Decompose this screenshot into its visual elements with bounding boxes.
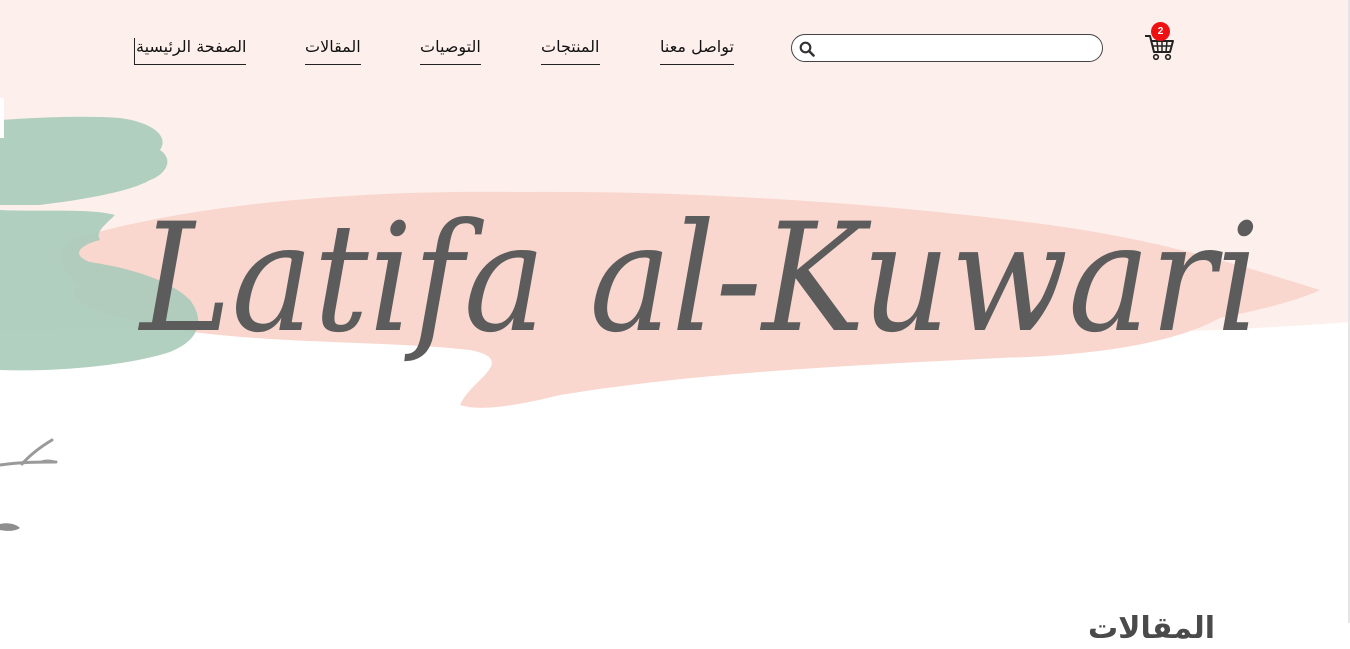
- cart-count-badge: 2: [1151, 22, 1170, 41]
- nav-home[interactable]: الصفحة الرئيسية: [134, 38, 247, 65]
- hero-logo: Latifa al-Kuwari: [137, 192, 1260, 366]
- branch-sketch: [0, 438, 58, 467]
- hero-logo-text: Latifa al-Kuwari: [137, 192, 1260, 366]
- cart-button[interactable]: 2: [1143, 22, 1177, 62]
- nav-products[interactable]: المنتجات: [541, 38, 600, 65]
- nav-articles[interactable]: المقالات: [305, 38, 361, 65]
- nav-recommendations[interactable]: التوصيات: [420, 38, 481, 65]
- main-nav: الصفحة الرئيسية المقالات التوصيات المنتج…: [0, 22, 1350, 70]
- articles-section-title: المقالات: [1087, 610, 1215, 646]
- search-box: [791, 34, 1103, 62]
- nav-contact[interactable]: تواصل معنا: [660, 38, 734, 65]
- search-input[interactable]: [822, 37, 1096, 61]
- search-icon[interactable]: [799, 41, 815, 57]
